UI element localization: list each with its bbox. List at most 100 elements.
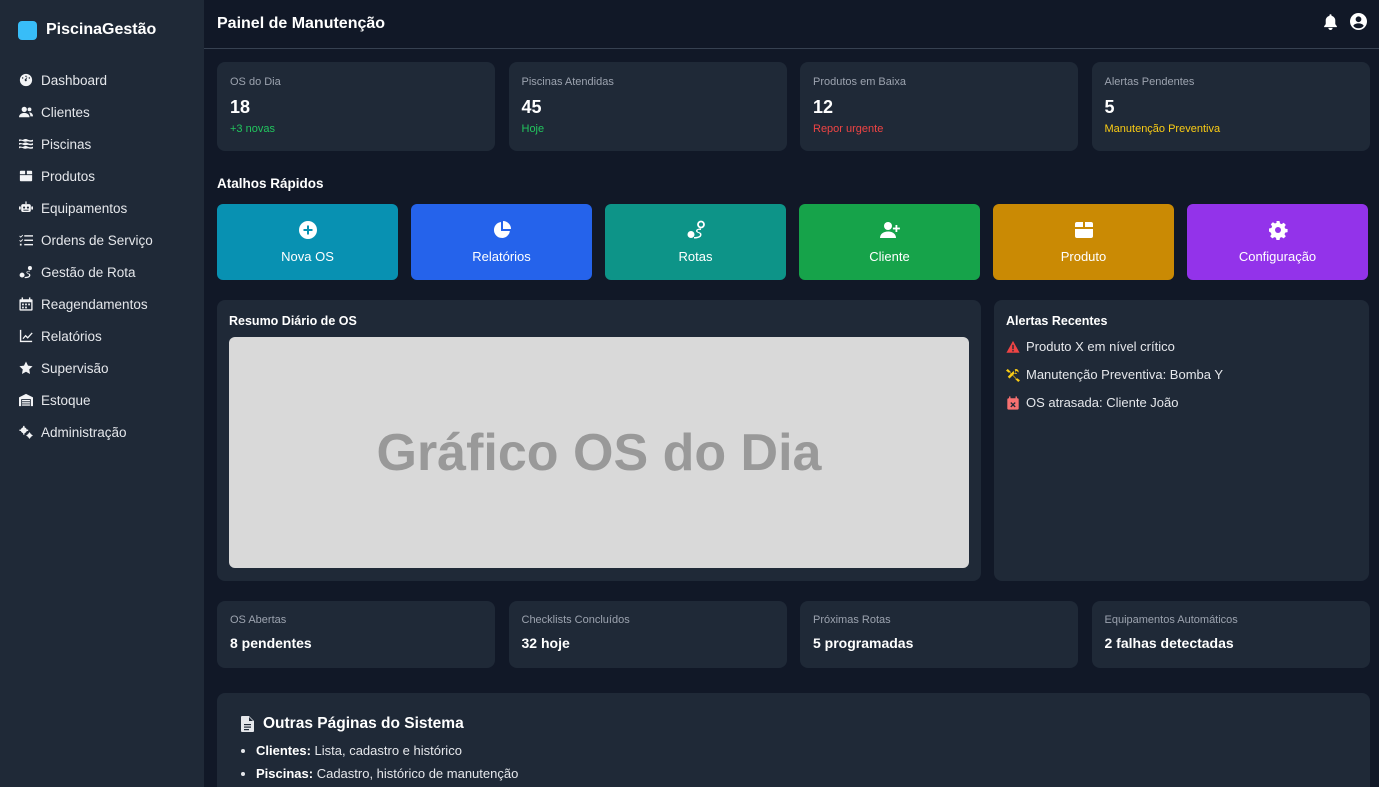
sidebar-item-reagendamentos[interactable]: Reagendamentos	[0, 288, 204, 320]
mini-card-os-abertas: OS Abertas 8 pendentes	[217, 601, 495, 668]
sidebar-item-label: Piscinas	[41, 136, 92, 152]
sidebar: PiscinaGestão Dashboard Clientes Piscina…	[0, 0, 204, 787]
stat-value: 5	[1104, 97, 1115, 117]
sidebar-item-label: Produtos	[41, 168, 96, 184]
alert-text: OS atrasada: Cliente João	[1026, 395, 1179, 410]
box-icon	[1074, 222, 1093, 238]
sidebar-item-rota[interactable]: Gestão de Rota	[0, 256, 204, 288]
sidebar-item-equipamentos[interactable]: Equipamentos	[0, 192, 204, 224]
sidebar-item-label: Equipamentos	[41, 200, 128, 216]
stat-sub: Hoje	[521, 123, 545, 135]
brand-logo	[18, 20, 37, 40]
sidebar-item-piscinas[interactable]: Piscinas	[0, 128, 204, 160]
sidebar-item-relatorios[interactable]: Relatórios	[0, 320, 204, 352]
other-pages-list: Clientes: Lista, cadastro e histórico Pi…	[241, 742, 1346, 787]
stats-row: OS do Dia 18 +3 novas Piscinas Atendidas…	[217, 62, 1370, 151]
calendar-x-icon	[1007, 395, 1019, 410]
sidebar-item-clientes[interactable]: Clientes	[0, 96, 204, 128]
shortcut-relatorios[interactable]: Relatórios	[411, 204, 592, 280]
mini-value: 8 pendentes	[230, 635, 312, 651]
shortcut-label: Relatórios	[472, 249, 531, 264]
list-check-icon	[18, 232, 34, 248]
stat-label: Piscinas Atendidas	[521, 76, 614, 88]
alert-item[interactable]: Manutenção Preventiva: Bomba Y	[1006, 365, 1357, 384]
sidebar-item-administracao[interactable]: Administração	[0, 416, 204, 448]
sidebar-item-dashboard[interactable]: Dashboard	[0, 64, 204, 96]
sidebar-item-label: Dashboard	[41, 72, 108, 88]
sidebar-item-label: Gestão de Rota	[41, 264, 136, 280]
stat-sub: Manutenção Preventiva	[1104, 123, 1221, 135]
list-item[interactable]: Piscinas: Cadastro, histórico de manuten…	[256, 765, 1346, 787]
user-plus-icon	[879, 222, 900, 238]
sidebar-item-label: Administração	[41, 424, 127, 440]
users-icon	[18, 104, 34, 120]
robot-icon	[18, 200, 34, 216]
route-icon	[687, 220, 705, 239]
mid-row: Resumo Diário de OS Gráfico OS do Dia Al…	[217, 300, 1369, 581]
shortcut-label: Produto	[1060, 249, 1107, 264]
stat-label: OS do Dia	[230, 76, 281, 88]
gauge-icon	[18, 72, 34, 88]
file-icon	[241, 716, 254, 732]
water-icon	[18, 136, 34, 152]
chart-placeholder-text: Gráfico OS do Dia	[376, 423, 822, 482]
sidebar-item-estoque[interactable]: Estoque	[0, 384, 204, 416]
chart-card-title: Resumo Diário de OS	[229, 314, 357, 328]
mini-card-equipamentos: Equipamentos Automáticos 2 falhas detect…	[1091, 601, 1370, 668]
mini-label: Checklists Concluídos	[521, 614, 630, 626]
chart-line-icon	[18, 328, 34, 344]
stat-value: 12	[813, 97, 834, 117]
alerts-card: Alertas Recentes Produto X em nível crít…	[994, 300, 1369, 581]
stat-sub: +3 novas	[230, 123, 275, 135]
mini-value: 2 falhas detectadas	[1104, 635, 1234, 651]
plus-circle-icon	[298, 221, 317, 239]
shortcut-label: Cliente	[869, 249, 910, 264]
sidebar-item-supervisao[interactable]: Supervisão	[0, 352, 204, 384]
bell-icon[interactable]	[1322, 13, 1339, 35]
page-desc: Lista, cadastro e histórico	[310, 743, 462, 758]
stat-card-produtos: Produtos em Baixa 12 Repor urgente	[800, 62, 1078, 151]
stat-card-alertas: Alertas Pendentes 5 Manutenção Preventiv…	[1091, 62, 1370, 151]
mini-value: 32 hoje	[521, 635, 570, 651]
mini-label: OS Abertas	[230, 614, 287, 626]
tools-icon	[1006, 368, 1020, 382]
alert-item[interactable]: OS atrasada: Cliente João	[1006, 393, 1357, 412]
sidebar-item-ordens[interactable]: Ordens de Serviço	[0, 224, 204, 256]
warehouse-icon	[18, 392, 34, 408]
other-pages-title: Outras Páginas do Sistema	[241, 715, 1346, 733]
calendar-icon	[18, 296, 34, 312]
sidebar-item-produtos[interactable]: Produtos	[0, 160, 204, 192]
shortcut-label: Nova OS	[281, 249, 334, 264]
sidebar-item-label: Supervisão	[41, 360, 109, 376]
sidebar-item-label: Reagendamentos	[41, 296, 148, 312]
alert-item[interactable]: Produto X em nível crítico	[1006, 337, 1357, 356]
alert-text: Produto X em nível crítico	[1026, 339, 1175, 354]
shortcut-cliente[interactable]: Cliente	[799, 204, 980, 280]
shortcut-label: Configuração	[1238, 249, 1317, 264]
chart-card: Resumo Diário de OS Gráfico OS do Dia	[217, 300, 981, 581]
shortcut-nova-os[interactable]: Nova OS	[217, 204, 398, 280]
mini-card-rotas: Próximas Rotas 5 programadas	[800, 601, 1078, 668]
shortcut-configuracao[interactable]: Configuração	[1187, 204, 1368, 280]
shortcut-rotas[interactable]: Rotas	[605, 204, 786, 280]
box-icon	[18, 168, 34, 184]
sidebar-item-label: Clientes	[41, 104, 90, 120]
stat-value: 45	[521, 97, 542, 117]
chart-placeholder: Gráfico OS do Dia	[229, 337, 969, 568]
route-icon	[18, 264, 34, 280]
stat-label: Produtos em Baixa	[813, 76, 906, 88]
page-name: Clientes:	[256, 743, 311, 758]
list-item[interactable]: Clientes: Lista, cadastro e histórico	[256, 742, 1346, 765]
main-panel: Painel de Manutenção OS do Dia 18 +3 nov…	[204, 0, 1379, 787]
stat-sub: Repor urgente	[813, 123, 884, 135]
shortcut-produto[interactable]: Produto	[993, 204, 1174, 280]
mini-stats-row: OS Abertas 8 pendentes Checklists Conclu…	[217, 601, 1370, 668]
warning-icon	[1006, 340, 1020, 353]
sidebar-item-label: Ordens de Serviço	[41, 232, 153, 248]
brand[interactable]: PiscinaGestão	[0, 18, 204, 42]
star-icon	[18, 360, 34, 376]
top-bar: Painel de Manutenção	[204, 0, 1379, 49]
gears-icon	[18, 424, 34, 440]
page-title: Painel de Manutenção	[217, 15, 386, 32]
user-circle-icon[interactable]	[1350, 13, 1367, 35]
